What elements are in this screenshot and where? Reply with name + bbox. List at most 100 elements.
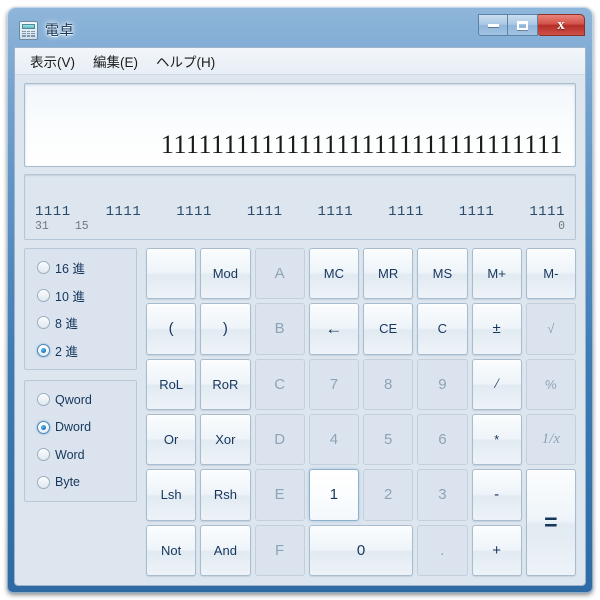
- radio-icon: [37, 448, 50, 462]
- sign-toggle-button[interactable]: ±: [471, 303, 522, 355]
- base-option-label: 10 進: [55, 289, 85, 304]
- lower-area: 16 進 10 進 8 進 2 進 Qword Dword Word Byte Mod A MC…: [24, 248, 576, 576]
- bit-map-panel[interactable]: 1111 1111 1111 1111 1111 1111 1111 1111 31 15 0: [24, 174, 576, 240]
- square-root-button: √: [525, 303, 576, 355]
- word-size-option-0[interactable]: Qword: [31, 388, 130, 411]
- bit-label-high: 31: [35, 220, 49, 233]
- digit-3-button: 3: [417, 469, 468, 521]
- or-button[interactable]: Or: [146, 413, 197, 466]
- bit-groups: 1111 1111 1111 1111 1111 1111 1111 1111: [35, 204, 565, 220]
- word-size-option-1[interactable]: Dword: [31, 416, 130, 439]
- display-value: 11111111111111111111111111111111: [160, 130, 563, 159]
- word-size-option-label: Dword: [55, 420, 92, 435]
- client-area: 表示(V) 編集(E) ヘルプ(H) 111111111111111111111…: [14, 47, 586, 586]
- bit-label-mid: 15: [74, 220, 89, 233]
- radio-icon: [37, 261, 50, 274]
- not-button[interactable]: Not: [146, 524, 197, 576]
- base-option-1[interactable]: 10 進: [31, 284, 130, 307]
- title-bar[interactable]: 電卓 x: [14, 13, 586, 47]
- rotate-right-button[interactable]: RoR: [200, 358, 251, 410]
- minimize-button[interactable]: [478, 14, 508, 36]
- mod-button[interactable]: Mod: [200, 248, 251, 300]
- hex-e-button: E: [254, 469, 305, 521]
- memory-clear-button[interactable]: MC: [308, 248, 359, 300]
- digit-6-button: 6: [417, 413, 468, 466]
- add-button[interactable]: +: [471, 524, 522, 576]
- bit-group[interactable]: 1111: [176, 204, 212, 220]
- hex-d-button: D: [254, 413, 305, 466]
- bit-group[interactable]: 1111: [106, 204, 142, 220]
- clear-button[interactable]: C: [417, 303, 468, 355]
- digit-0-button[interactable]: 0: [308, 524, 414, 576]
- digit-1-button[interactable]: 1: [308, 469, 359, 521]
- hex-f-button: F: [254, 524, 305, 576]
- close-button[interactable]: x: [538, 14, 585, 36]
- bit-group[interactable]: 1111: [388, 204, 424, 220]
- bit-group[interactable]: 1111: [318, 204, 354, 220]
- digit-4-button: 4: [308, 413, 359, 466]
- bit-group[interactable]: 1111: [35, 204, 71, 220]
- left-shift-button[interactable]: Lsh: [146, 469, 197, 521]
- word-size-group: Qword Dword Word Byte: [24, 380, 137, 502]
- digit-2-button: 2: [363, 469, 414, 521]
- multiply-button[interactable]: *: [471, 413, 522, 466]
- word-size-option-label: Qword: [55, 392, 92, 407]
- percent-button: %: [525, 358, 576, 410]
- radio-icon: [37, 420, 50, 434]
- hex-a-button: A: [254, 248, 305, 300]
- hex-b-button: B: [254, 303, 305, 355]
- digit-5-button: 5: [363, 413, 414, 466]
- xor-button[interactable]: Xor: [200, 413, 251, 466]
- base-option-0[interactable]: 16 進: [31, 256, 130, 279]
- calculator-body: 11111111111111111111111111111111 1111 111…: [15, 75, 585, 585]
- base-option-label: 2 進: [55, 344, 78, 359]
- radio-icon: [37, 393, 50, 406]
- right-paren-button[interactable]: ): [200, 303, 251, 355]
- subtract-button[interactable]: -: [471, 469, 522, 521]
- menu-item-help[interactable]: ヘルプ(H): [147, 47, 224, 75]
- memory-add-button[interactable]: M+: [471, 248, 522, 300]
- calculator-window: 電卓 x 表示(V) 編集(E) ヘルプ(H) 1111111111111111…: [7, 7, 593, 593]
- bit-group[interactable]: 1111: [529, 204, 565, 220]
- number-base-group: 16 進 10 進 8 進 2 進: [24, 248, 137, 370]
- word-size-option-3[interactable]: Byte: [31, 471, 130, 494]
- memory-recall-button[interactable]: MR: [363, 248, 414, 300]
- and-button[interactable]: And: [200, 524, 251, 576]
- radio-icon: [37, 316, 50, 330]
- base-option-label: 16 進: [55, 262, 85, 276]
- word-size-option-2[interactable]: Word: [31, 443, 130, 466]
- divide-button[interactable]: /: [471, 358, 522, 410]
- bit-group[interactable]: 1111: [459, 204, 495, 220]
- right-shift-button[interactable]: Rsh: [200, 469, 251, 521]
- memory-store-button[interactable]: MS: [417, 248, 468, 300]
- blank-key: [146, 248, 197, 300]
- backspace-button[interactable]: ←: [308, 303, 359, 355]
- menu-item-view[interactable]: 表示(V): [21, 47, 84, 75]
- keypad: Mod A MC MR MS M+ M-() B ← CE C ± √ RoL RoR C 7 8 9/% Or Xor…: [146, 248, 576, 576]
- maximize-button[interactable]: [508, 14, 538, 36]
- clear-entry-button[interactable]: CE: [363, 303, 414, 355]
- digit-9-button: 9: [417, 358, 468, 410]
- menu-bar: 表示(V) 編集(E) ヘルプ(H): [15, 48, 585, 75]
- radio-icon: [37, 475, 50, 489]
- caption-buttons: x: [478, 14, 585, 36]
- bit-label-low: 0: [558, 220, 565, 233]
- base-option-3[interactable]: 2 進: [31, 339, 130, 362]
- main-display[interactable]: 11111111111111111111111111111111: [24, 83, 576, 167]
- maximize-icon: [517, 20, 528, 30]
- window-title: 電卓: [45, 22, 74, 38]
- close-icon: x: [557, 16, 565, 33]
- base-option-2[interactable]: 8 進: [31, 311, 130, 334]
- bit-group[interactable]: 1111: [247, 204, 283, 220]
- rotate-left-button[interactable]: RoL: [146, 358, 197, 410]
- left-paren-button[interactable]: (: [146, 303, 197, 355]
- radio-icon: [37, 343, 50, 357]
- radio-icon: [37, 288, 50, 302]
- calculator-icon-keys: [22, 30, 35, 37]
- menu-item-edit[interactable]: 編集(E): [84, 47, 147, 75]
- base-option-label: 8 進: [55, 317, 78, 332]
- equals-button[interactable]: =: [525, 469, 576, 576]
- options-column: 16 進 10 進 8 進 2 進 Qword Dword Word Byte: [24, 248, 137, 576]
- memory-subtract-button[interactable]: M-: [525, 248, 576, 300]
- calculator-icon-screen: [22, 23, 35, 29]
